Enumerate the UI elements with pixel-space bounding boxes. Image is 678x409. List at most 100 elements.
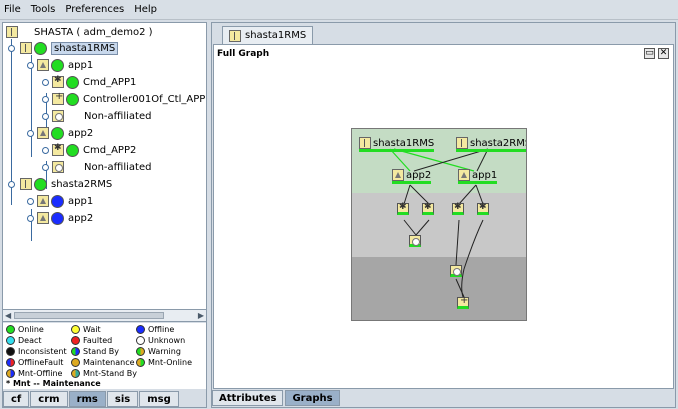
- expand-toggle-icon[interactable]: [27, 214, 34, 222]
- deact-dot-icon: [6, 336, 15, 345]
- graph-node-controller[interactable]: [457, 295, 469, 309]
- tab-graphs[interactable]: Graphs: [285, 390, 340, 406]
- expand-toggle-icon[interactable]: [42, 112, 49, 120]
- tree-node-label: app1: [68, 59, 94, 71]
- expand-toggle-icon[interactable]: [8, 44, 15, 52]
- tree-node-cmd-app2[interactable]: Cmd_APP2: [42, 142, 136, 158]
- legend-label: Maintenance: [83, 358, 135, 367]
- tree-node-label: Cmd_APP1: [83, 76, 137, 88]
- tab-attributes[interactable]: Attributes: [212, 390, 284, 406]
- graph-node-cmd-app2b[interactable]: [422, 202, 434, 215]
- tab-sis[interactable]: sis: [106, 391, 139, 407]
- mnt-offline-dot-icon: [6, 369, 15, 378]
- expand-toggle-icon[interactable]: [27, 129, 34, 137]
- graph-node-label: app1: [472, 169, 498, 181]
- mnt-online-dot-icon: [136, 358, 145, 367]
- online-dot-icon: [6, 325, 15, 334]
- legend-label: OfflineFault: [18, 358, 64, 367]
- graph-node-nonaffiliated-1[interactable]: [450, 265, 462, 277]
- mnt-standby-dot-icon: [71, 369, 80, 378]
- graph-node-label: app2: [406, 169, 432, 181]
- graph-node-shasta1rms[interactable]: shasta1RMS: [359, 137, 435, 152]
- rms-icon: [359, 137, 371, 149]
- offline-dot-icon: [136, 325, 145, 334]
- bottom-tab-bar: Attributes Graphs: [212, 390, 342, 407]
- application-icon: [37, 212, 49, 224]
- scroll-right-icon[interactable]: ▶: [198, 311, 204, 320]
- expand-toggle-icon[interactable]: [42, 95, 49, 103]
- graph-canvas[interactable]: shasta1RMS shasta2RMS app2 app1: [351, 128, 527, 321]
- legend-label: Stand By: [83, 347, 120, 356]
- tree-horizontal-scrollbar[interactable]: ◀ ▶: [3, 310, 206, 322]
- legend-note: * Mnt -- Maintenance: [6, 379, 101, 388]
- tree-node-label: shasta2RMS: [51, 178, 113, 190]
- application-icon: [37, 195, 49, 207]
- legend-label: Deact: [18, 336, 42, 345]
- graph-node-cmd-app2[interactable]: [397, 202, 409, 215]
- legend-item: Deact: [6, 336, 42, 345]
- expand-toggle-icon[interactable]: [42, 78, 49, 86]
- status-online-icon: [51, 58, 64, 72]
- graph-node-label: shasta1RMS: [373, 137, 435, 149]
- graph-node-app2[interactable]: app2: [392, 169, 432, 184]
- rms-icon: [229, 29, 241, 42]
- graph-node-label: shasta2RMS: [470, 137, 527, 149]
- close-icon[interactable]: ✕: [658, 48, 669, 59]
- scroll-left-icon[interactable]: ◀: [5, 311, 11, 320]
- tab-msg[interactable]: msg: [139, 391, 179, 407]
- tree-node-shasta1rms[interactable]: shasta1RMS: [8, 40, 119, 56]
- menu-help[interactable]: Help: [134, 4, 157, 15]
- expand-toggle-icon[interactable]: [8, 180, 15, 188]
- legend-label: Offline: [148, 325, 175, 334]
- nonaffiliated-icon: [52, 161, 64, 173]
- application-icon: [458, 169, 470, 181]
- tree-node-app1[interactable]: app1: [27, 57, 93, 73]
- tab-cf[interactable]: cf: [3, 391, 30, 407]
- menu-file[interactable]: File: [4, 4, 21, 15]
- command-resource-icon: [52, 143, 64, 156]
- scroll-thumb[interactable]: [14, 312, 164, 319]
- cluster-icon: [6, 26, 18, 38]
- expand-toggle-icon[interactable]: [27, 61, 34, 69]
- rms-icon: [20, 178, 32, 190]
- menu-tools[interactable]: Tools: [31, 4, 56, 15]
- graph-node-shasta2rms[interactable]: shasta2RMS: [456, 137, 527, 152]
- tree-node-label: app1: [68, 195, 94, 207]
- graph-node-nonaffiliated-2[interactable]: [409, 235, 421, 247]
- legend-label: Online: [18, 325, 44, 334]
- detach-icon[interactable]: ▭: [644, 48, 655, 59]
- application-icon: [37, 59, 49, 71]
- tree-node-nonaffiliated-2[interactable]: Non-affiliated: [42, 159, 151, 175]
- legend-label: Wait: [83, 325, 101, 334]
- graph-node-app1[interactable]: app1: [458, 169, 498, 184]
- graph-node-cmd-app1[interactable]: [452, 202, 464, 215]
- tree-node-shasta2-app2[interactable]: app2: [27, 210, 93, 226]
- graph-title: Full Graph: [217, 49, 270, 59]
- legend-item: Online: [6, 325, 44, 334]
- tab-crm[interactable]: crm: [30, 391, 68, 407]
- graph-node-cmd-app1b[interactable]: [477, 202, 489, 215]
- tree-node-shasta2-app1[interactable]: app1: [27, 193, 93, 209]
- document-tab-shasta1rms[interactable]: shasta1RMS: [222, 26, 314, 44]
- tree-node-app2[interactable]: app2: [27, 125, 93, 141]
- legend-item: Maintenance: [71, 358, 135, 367]
- expand-toggle-icon[interactable]: [27, 197, 34, 205]
- menu-preferences[interactable]: Preferences: [65, 4, 124, 15]
- tree-node-nonaffiliated-1[interactable]: Non-affiliated: [42, 108, 151, 124]
- tab-rms[interactable]: rms: [68, 391, 106, 407]
- expand-toggle-icon[interactable]: [42, 146, 49, 154]
- rms-icon: [20, 42, 32, 54]
- tree-node-controller[interactable]: Controller001Of_Ctl_APP: [42, 91, 205, 107]
- inconsistent-dot-icon: [6, 347, 15, 356]
- legend-label: Faulted: [83, 336, 113, 345]
- expand-toggle-icon[interactable]: [42, 163, 49, 171]
- tree-root[interactable]: SHASTA ( adm_demo2 ): [6, 24, 153, 40]
- legend-label: Mnt-Online: [148, 358, 193, 367]
- wait-dot-icon: [71, 325, 80, 334]
- tree-node-shasta2rms[interactable]: shasta2RMS: [8, 176, 112, 192]
- cluster-tree[interactable]: SHASTA ( adm_demo2 ) shasta1RMS app1 Cmd…: [3, 23, 206, 310]
- tree-node-cmd-app1[interactable]: Cmd_APP1: [42, 74, 136, 90]
- legend-item: Faulted: [71, 336, 112, 345]
- application-icon: [392, 169, 404, 181]
- status-online-icon: [66, 92, 79, 106]
